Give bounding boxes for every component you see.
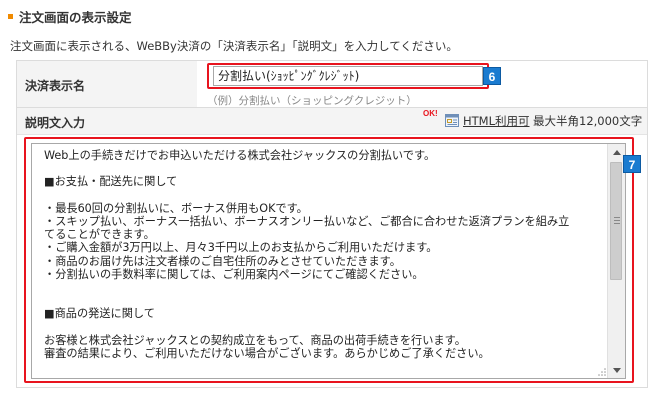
- section-header: 注文画面の表示設定: [8, 6, 132, 26]
- display-name-example: （例）分割払い（ショッピングクレジット）: [207, 95, 417, 107]
- ok-badge: OK!: [423, 109, 438, 118]
- display-name-row: 決済表示名 分割払い(ｼｮｯﾋﾟﾝｸﾞｸﾚｼﾞｯﾄ) 6 （例）分割払い（ショッ…: [17, 61, 647, 108]
- display-name-label: 決済表示名: [25, 79, 86, 93]
- description-highlight: [24, 137, 634, 383]
- html-usage-link[interactable]: HTML利用可: [463, 113, 530, 129]
- section-title: 注文画面の表示設定: [19, 9, 132, 25]
- callout-marker-7: 7: [623, 155, 641, 173]
- description-header: 説明文入力 OK! HTML利用可 最大半角12,000文字: [17, 108, 647, 135]
- callout-marker-6: 6: [483, 67, 501, 85]
- html-window-icon: [445, 114, 459, 127]
- instruction-text: 注文画面に表示される、WeBBy決済の「決済表示名」「説明文」を入力してください…: [10, 39, 458, 53]
- description-label: 説明文入力: [25, 116, 86, 130]
- character-limit-text: 最大半角12,000文字: [533, 114, 643, 128]
- section-bullet-icon: [8, 13, 13, 19]
- description-row: 説明文入力 OK! HTML利用可 最大半角12,000文字 Web上の手続きだ…: [17, 108, 647, 387]
- display-name-highlight: [207, 63, 489, 89]
- display-name-label-cell: 決済表示名: [17, 61, 197, 107]
- settings-table: 決済表示名 分割払い(ｼｮｯﾋﾟﾝｸﾞｸﾚｼﾞｯﾄ) 6 （例）分割払い（ショッ…: [16, 60, 648, 388]
